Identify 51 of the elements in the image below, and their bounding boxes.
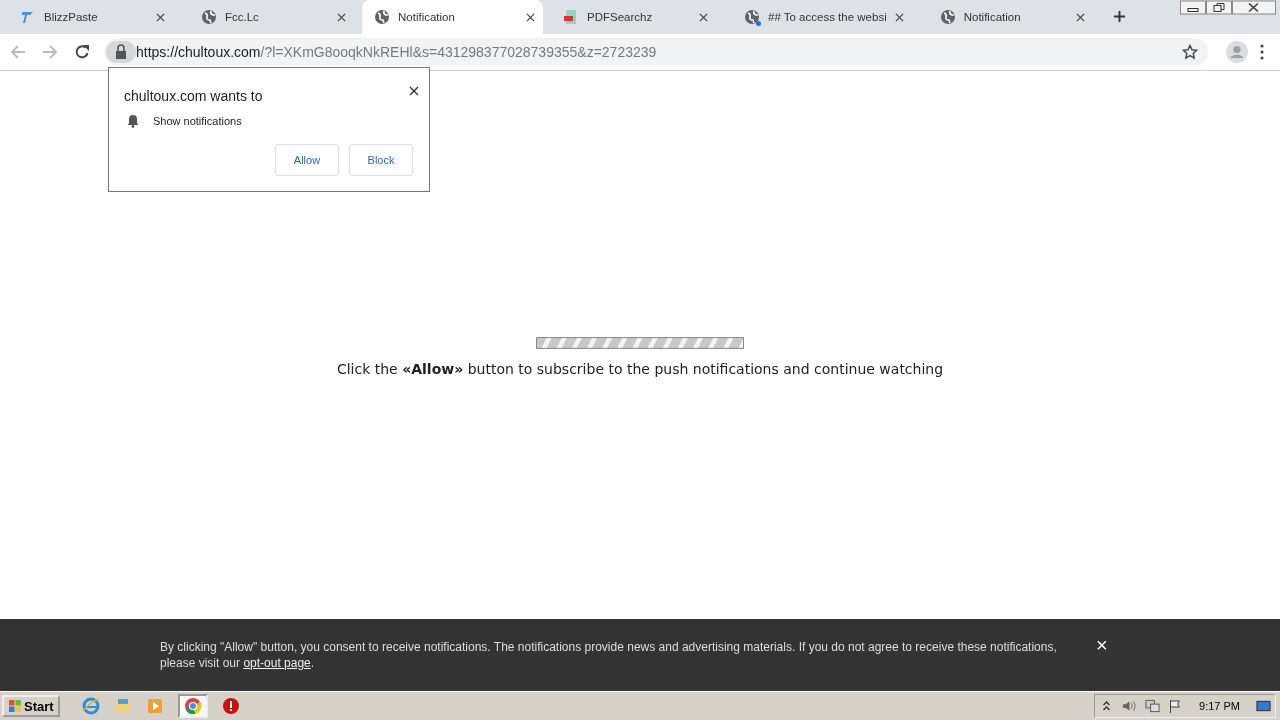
minimize-icon[interactable] — [1180, 0, 1206, 15]
tab-title: Notification — [398, 11, 456, 23]
windows-logo-icon — [8, 699, 22, 713]
close-icon[interactable] — [526, 12, 535, 22]
tab-title: BlizzPaste — [44, 11, 99, 23]
close-button[interactable]: × — [1096, 635, 1108, 655]
close-icon[interactable] — [337, 12, 346, 22]
close-icon[interactable] — [699, 12, 708, 22]
network-icon[interactable] — [1145, 699, 1161, 713]
reload-icon[interactable] — [74, 44, 90, 60]
browser-tab[interactable]: Fcc.Lc — [189, 0, 354, 34]
popup-title: chultoux.com wants to — [124, 88, 263, 104]
clock[interactable]: 9:17 PM — [1199, 700, 1240, 712]
opt-out-link[interactable]: opt-out page — [243, 656, 311, 670]
tab-title: PDFSearchz — [587, 11, 654, 23]
chrome-icon[interactable] — [177, 694, 208, 718]
popup-button[interactable]: Allow — [275, 144, 339, 176]
browser-tab[interactable]: Notification — [362, 0, 543, 34]
browser-tab[interactable]: BlizzPaste — [8, 0, 173, 34]
browser-tab[interactable]: Notification — [927, 0, 1093, 34]
close-icon[interactable] — [1232, 0, 1276, 15]
browser-tab[interactable]: ## To access the websi — [732, 0, 912, 34]
globe-icon — [939, 9, 956, 25]
close-icon[interactable] — [156, 12, 165, 22]
popup-button[interactable]: Block — [349, 144, 413, 176]
tab-title: ## To access the websi — [768, 11, 887, 23]
stop-icon[interactable] — [221, 697, 240, 715]
close-icon[interactable] — [1075, 12, 1085, 22]
logo-icon — [20, 9, 36, 25]
star-icon[interactable] — [1182, 44, 1198, 60]
consent-text: By clicking "Allow" button, you consent to receive notifications. The notifications provide news and advertising materials. If you do not agree to receive these notifications, please visit our opt-out page. — [160, 639, 1058, 671]
globe-icon — [201, 9, 217, 25]
browser-tab[interactable]: PDFSearchz — [551, 0, 716, 34]
globe-icon — [744, 9, 760, 25]
plus-icon[interactable] — [1112, 10, 1126, 23]
permission-label: Show notifications — [153, 115, 242, 127]
globe-icon — [374, 9, 390, 25]
tab-title: Fcc.Lc — [225, 11, 260, 23]
instruction-text: Click the «Allow» button to subscribe to the push notifications and continue watching — [336, 361, 944, 377]
start-button[interactable]: Start — [2, 695, 60, 717]
lock-icon[interactable] — [106, 41, 136, 63]
document-icon — [563, 9, 579, 25]
desktop-icon[interactable] — [1256, 699, 1271, 713]
close-icon[interactable] — [409, 86, 419, 96]
menu-icon[interactable] — [1260, 44, 1264, 60]
tab-title: Notification — [963, 11, 1022, 23]
bell-icon — [127, 114, 139, 128]
restore-icon[interactable] — [1206, 0, 1232, 15]
close-icon[interactable] — [894, 12, 904, 22]
speaker-icon[interactable] — [1122, 699, 1138, 713]
avatar-icon[interactable] — [1226, 41, 1248, 63]
